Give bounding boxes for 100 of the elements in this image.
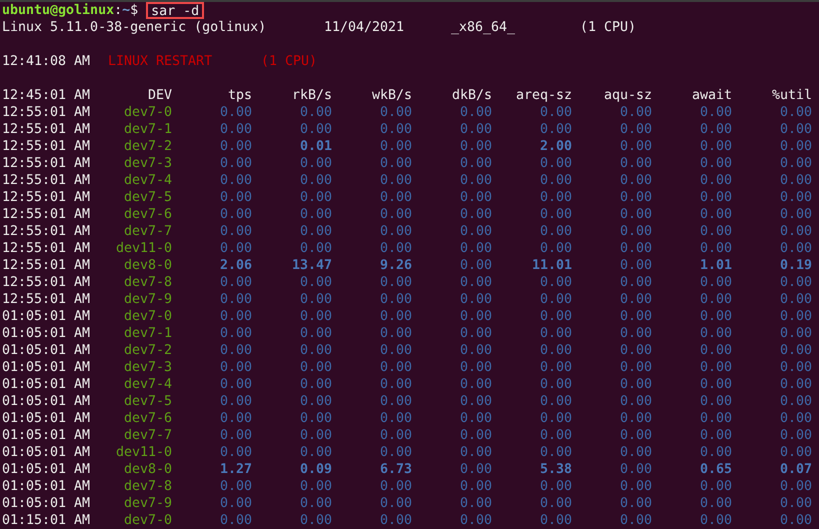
table-cell-text: 0.00 xyxy=(298,342,332,359)
table-cell-text: 0.00 xyxy=(778,206,812,223)
device-name: dev7-9 xyxy=(122,291,172,308)
table-cell-text: 0.00 xyxy=(618,274,652,291)
table-cell-text: 0.00 xyxy=(218,376,252,393)
device-name: dev7-4 xyxy=(122,376,172,393)
timestamp: 01:05:01 AM xyxy=(2,461,92,478)
timestamp: 12:55:01 AM xyxy=(2,206,92,223)
table-cell-text: 0.00 xyxy=(538,223,572,240)
table-cell-text: 0.00 xyxy=(458,444,492,461)
table-cell-text: 0.00 xyxy=(778,376,812,393)
device-name: dev8-0 xyxy=(122,461,172,478)
column-header: areq-sz xyxy=(514,87,572,104)
table-cell-text: 0.00 xyxy=(698,274,732,291)
table-cell-text: 0.00 xyxy=(298,393,332,410)
table-cell-text: 0.00 xyxy=(698,393,732,410)
table-cell-text: 0.00 xyxy=(538,444,572,461)
timestamp: 01:05:01 AM xyxy=(2,308,92,325)
table-cell-text: 0.00 xyxy=(538,478,572,495)
highlighted-command: sar -d xyxy=(146,2,204,19)
table-cell-text: 13.47 xyxy=(290,257,332,274)
device-name: dev7-5 xyxy=(122,393,172,410)
table-cell-text: 0.00 xyxy=(378,325,412,342)
table-cell-text: 0.00 xyxy=(698,325,732,342)
table-cell-text: 2.06 xyxy=(218,257,252,274)
table-cell-text: 0.00 xyxy=(298,325,332,342)
device-name: dev7-0 xyxy=(122,308,172,325)
system-info-text: 11/04/2021 xyxy=(324,19,406,36)
table-cell-text: 0.00 xyxy=(698,223,732,240)
table-cell-text: 0.00 xyxy=(698,495,732,512)
table-cell-text: 0.00 xyxy=(298,223,332,240)
timestamp: 01:05:01 AM xyxy=(2,342,92,359)
table-cell-text: 0.00 xyxy=(298,206,332,223)
table-cell-text: 0.00 xyxy=(698,478,732,495)
prompt-path: ~ xyxy=(122,2,130,19)
table-cell-text: 0.00 xyxy=(778,478,812,495)
table-cell-text: 0.00 xyxy=(778,359,812,376)
table-cell-text: 0.00 xyxy=(778,444,812,461)
table-cell-text: 0.00 xyxy=(538,427,572,444)
table-cell-text: 0.00 xyxy=(378,512,412,529)
table-cell-text: 9.26 xyxy=(378,257,412,274)
table-cell-text: 0.00 xyxy=(218,155,252,172)
timestamp: 01:05:01 AM xyxy=(2,444,92,461)
timestamp: 01:05:01 AM xyxy=(2,393,92,410)
table-cell-text: 0.00 xyxy=(538,410,572,427)
table-cell-text: 0.00 xyxy=(218,121,252,138)
table-cell-text: 0.00 xyxy=(458,104,492,121)
table-cell-text: 0.00 xyxy=(618,223,652,240)
table-cell-text: 0.00 xyxy=(218,512,252,529)
table-cell-text: 0.00 xyxy=(618,427,652,444)
table-cell-text: 0.00 xyxy=(618,308,652,325)
table-cell-text: 0.00 xyxy=(778,325,812,342)
device-name: dev7-3 xyxy=(122,155,172,172)
table-cell-text: 0.00 xyxy=(298,189,332,206)
table-cell-text: 0.00 xyxy=(618,240,652,257)
table-cell-text: 0.00 xyxy=(298,155,332,172)
device-name: dev7-3 xyxy=(122,359,172,376)
prompt-symbol: $ xyxy=(130,2,138,19)
table-cell-text: 0.00 xyxy=(778,308,812,325)
table-cell-text: 0.00 xyxy=(218,427,252,444)
table-cell-text: 0.00 xyxy=(458,342,492,359)
table-cell-text: 0.00 xyxy=(458,121,492,138)
table-cell-text: 0.01 xyxy=(298,138,332,155)
timestamp: 01:05:01 AM xyxy=(2,325,92,342)
table-cell-text: 0.00 xyxy=(218,240,252,257)
system-info-text: Linux 5.11.0-38-generic (golinux) xyxy=(2,19,268,36)
table-cell-text: 0.00 xyxy=(618,376,652,393)
column-header: DEV xyxy=(146,87,172,104)
table-cell-text: 0.00 xyxy=(298,359,332,376)
table-cell-text: 5.38 xyxy=(538,461,572,478)
timestamp: 12:55:01 AM xyxy=(2,155,92,172)
device-name: dev7-6 xyxy=(122,410,172,427)
table-cell-text: 0.00 xyxy=(618,512,652,529)
table-cell-text: 0.00 xyxy=(298,121,332,138)
table-cell-text: 0.00 xyxy=(378,274,412,291)
table-cell-text: 1.27 xyxy=(218,461,252,478)
column-header: tps xyxy=(226,87,252,104)
timestamp: 12:41:08 AM xyxy=(2,53,92,70)
timestamp: 01:05:01 AM xyxy=(2,478,92,495)
table-cell-text: 0.00 xyxy=(538,104,572,121)
timestamp: 01:05:01 AM xyxy=(2,427,92,444)
table-cell-text: 0.00 xyxy=(458,240,492,257)
table-cell-text: 0.00 xyxy=(218,172,252,189)
device-name: dev7-7 xyxy=(122,223,172,240)
table-cell-text: 0.00 xyxy=(458,512,492,529)
table-cell-text: 0.00 xyxy=(778,291,812,308)
device-name: dev7-1 xyxy=(122,121,172,138)
column-header: await xyxy=(690,87,732,104)
device-name: dev7-6 xyxy=(122,206,172,223)
table-cell-text: 0.00 xyxy=(778,172,812,189)
device-name: dev7-0 xyxy=(122,512,172,529)
table-cell-text: 6.73 xyxy=(378,461,412,478)
table-cell-text: 0.00 xyxy=(538,359,572,376)
device-name: dev7-4 xyxy=(122,172,172,189)
table-cell-text: 0.00 xyxy=(378,495,412,512)
device-name: dev11-0 xyxy=(114,240,172,257)
table-cell-text: 0.00 xyxy=(218,359,252,376)
table-cell-text: 0.00 xyxy=(378,291,412,308)
table-cell-text: 0.00 xyxy=(298,240,332,257)
table-cell-text: 0.00 xyxy=(378,189,412,206)
